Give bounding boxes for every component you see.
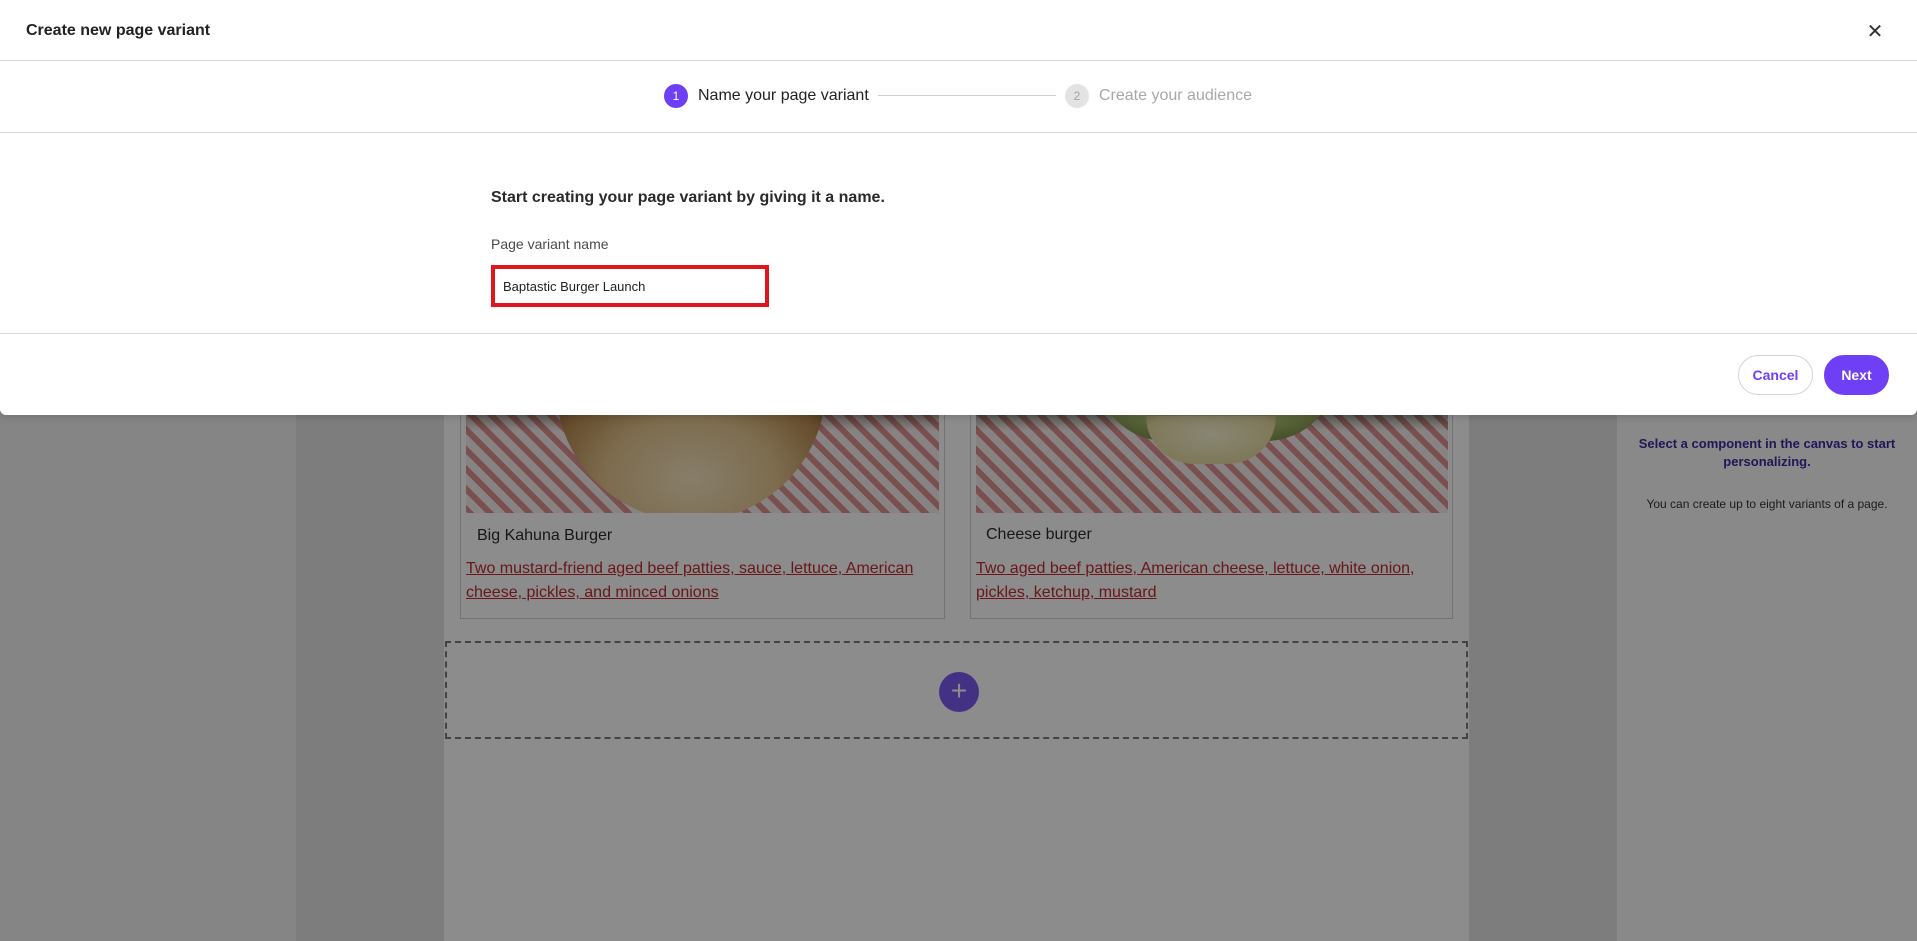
step-name-variant: 1 Name your page variant [664, 84, 869, 108]
step-number: 1 [664, 84, 688, 108]
step-label: Name your page variant [698, 87, 869, 104]
close-icon[interactable]: ✕ [1863, 20, 1887, 44]
dialog-title: Create new page variant [26, 22, 211, 39]
dialog-header: Create new page variant ✕ [0, 0, 1917, 61]
cancel-button[interactable]: Cancel [1738, 355, 1813, 395]
step-number: 2 [1065, 84, 1089, 108]
dialog-body: Start creating your page variant by givi… [0, 133, 1917, 334]
variant-name-label: Page variant name [491, 236, 609, 252]
variant-name-input[interactable] [491, 265, 769, 307]
create-page-variant-dialog: Create new page variant ✕ 1 Name your pa… [0, 0, 1917, 415]
step-create-audience: 2 Create your audience [1065, 84, 1252, 108]
next-button[interactable]: Next [1824, 355, 1889, 395]
stepper: 1 Name your page variant 2 Create your a… [0, 61, 1917, 133]
step-connector [878, 95, 1056, 96]
dialog-footer: Cancel Next [0, 335, 1917, 415]
body-heading: Start creating your page variant by givi… [491, 189, 885, 206]
step-label: Create your audience [1099, 87, 1252, 104]
